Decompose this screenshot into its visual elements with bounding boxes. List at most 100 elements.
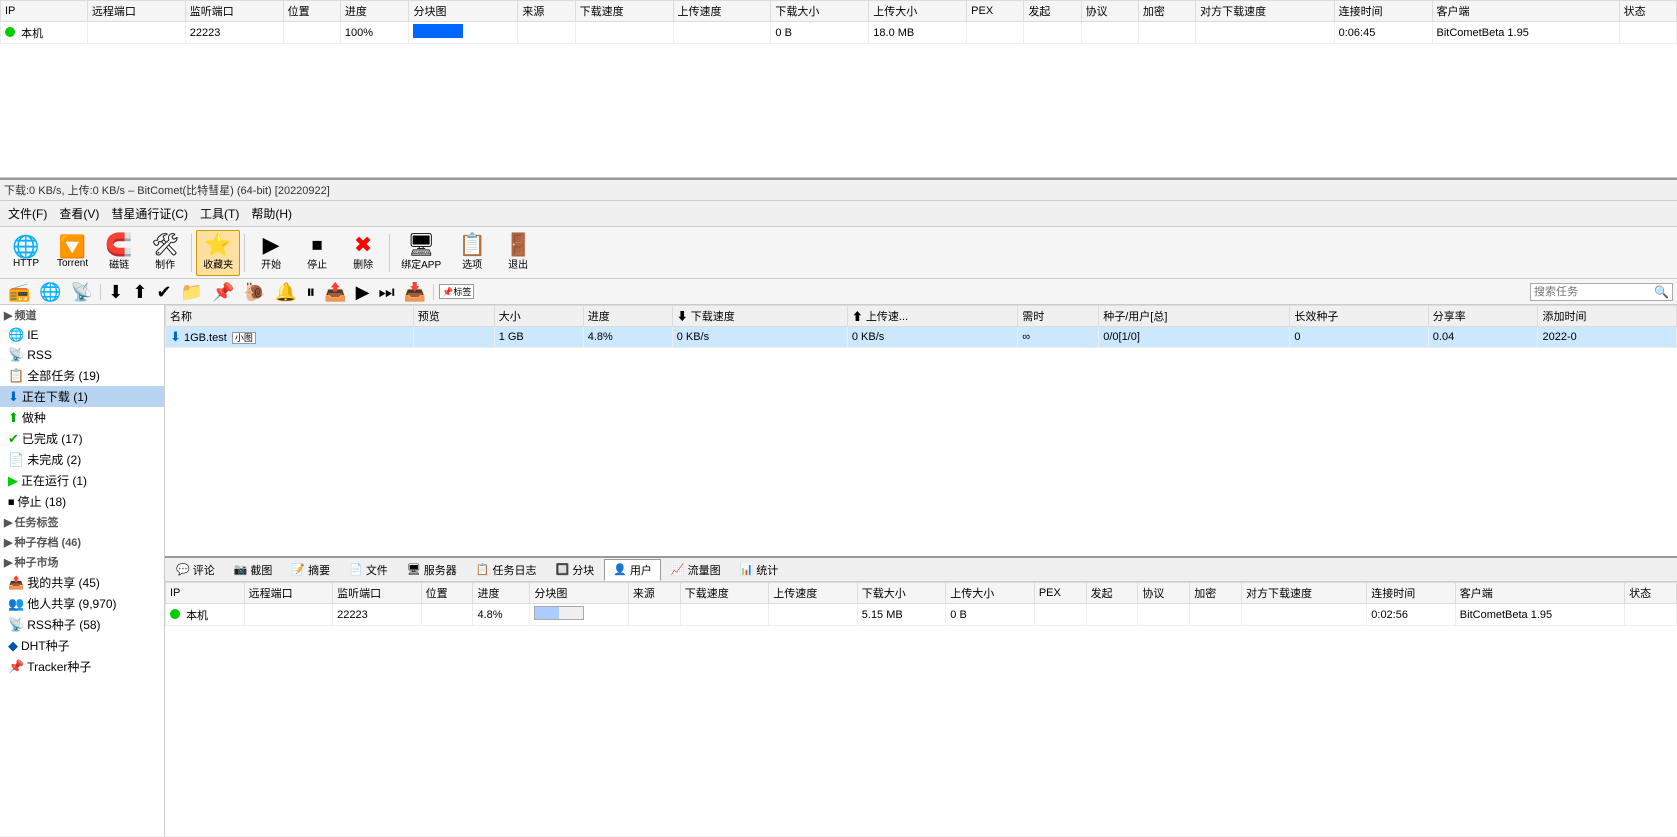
- tab-server[interactable]: 🖥 服务器: [398, 559, 466, 581]
- task-tb-tag-label[interactable]: 📌标签: [439, 284, 474, 299]
- start-icon: ▶: [263, 234, 280, 256]
- toolbar-options-button[interactable]: 📋 选项: [450, 230, 494, 276]
- sidebar-header-seed-market[interactable]: ▶ 种子市场: [0, 552, 164, 572]
- col-source: 来源: [518, 1, 575, 22]
- sidebar-item-completed[interactable]: ✔ 已完成 (17): [0, 428, 164, 449]
- tab-users[interactable]: 👤 用户: [604, 559, 661, 581]
- sidebar-item-seeding[interactable]: ⬆ 做种: [0, 407, 164, 428]
- summary-icon: 📝: [291, 563, 305, 576]
- sidebar-header-task-tags[interactable]: ▶ 任务标签: [0, 512, 164, 532]
- tab-comment[interactable]: 💬 评论: [167, 559, 224, 581]
- server-icon: 🖥: [407, 563, 421, 576]
- sidebar-item-incomplete[interactable]: 📄 未完成 (2): [0, 449, 164, 470]
- task-tb-ul[interactable]: ⬆: [128, 281, 151, 303]
- toolbar-make-button[interactable]: 🛠 制作: [143, 230, 187, 276]
- task-tb-pin[interactable]: 📌: [208, 281, 238, 303]
- sidebar-item-running[interactable]: ▶ 正在运行 (1): [0, 470, 164, 491]
- menu-view[interactable]: 查看(V): [53, 203, 105, 224]
- sidebar-item-rss[interactable]: 📡 RSS: [0, 345, 164, 365]
- sidebar-item-rss-seed[interactable]: 📡 RSS种子 (58): [0, 614, 164, 635]
- col-location: 位置: [283, 1, 340, 22]
- toolbar-magnet-button[interactable]: 🧲 磁链: [97, 230, 141, 276]
- bp-status: [1625, 604, 1677, 626]
- tab-traffic[interactable]: 📈 流量图: [662, 559, 730, 581]
- task-tb-skip[interactable]: ⏭: [375, 281, 399, 303]
- traffic-icon: 📈: [671, 563, 685, 576]
- tab-blocks[interactable]: 🔲 分块: [546, 559, 603, 581]
- incomplete-icon: 📄: [8, 452, 24, 468]
- toolbar-stop-button[interactable]: ⏹ 停止: [295, 230, 339, 276]
- menu-comet-pass[interactable]: 彗星通行证(C): [105, 203, 194, 224]
- task-list-table: 名称 预览 大小 进度 ⬇ 下载速度 ⬆ 上传速... 需时 种子/用户[总] …: [165, 305, 1677, 348]
- tab-files[interactable]: 📄 文件: [340, 559, 397, 581]
- task-tb-upload[interactable]: 📤: [320, 281, 350, 303]
- task-tags-label: 任务标签: [14, 514, 58, 530]
- task-tb-ie[interactable]: 🌐: [35, 281, 65, 303]
- task-tb-channel[interactable]: 📻: [4, 281, 34, 303]
- task-tb-rss[interactable]: 📡: [67, 281, 97, 303]
- task-tb-import[interactable]: 📥: [400, 281, 430, 303]
- bp-blockmap-bar: [534, 606, 584, 620]
- peer-pex: [967, 22, 1024, 44]
- tab-screenshot[interactable]: 📷 截图: [225, 559, 282, 581]
- toolbar-favorites-button[interactable]: ⭐ 收藏夹: [196, 230, 240, 276]
- task-tb-play[interactable]: ▶: [352, 281, 374, 303]
- task-area: 名称 预览 大小 进度 ⬇ 下载速度 ⬆ 上传速... 需时 种子/用户[总] …: [165, 305, 1677, 836]
- menu-bar: 文件(F) 查看(V) 彗星通行证(C) 工具(T) 帮助(H): [0, 201, 1677, 227]
- task-tb-slow[interactable]: 🐌: [239, 281, 269, 303]
- sidebar-item-dht-seed[interactable]: ◆ DHT种子: [0, 635, 164, 656]
- bp-progress: 4.8%: [473, 604, 530, 626]
- sidebar-incomplete-label: 未完成 (2): [27, 451, 81, 468]
- all-tasks-icon: 📋: [8, 368, 24, 384]
- col-status: 状态: [1619, 1, 1676, 22]
- tab-summary[interactable]: 📝 摘要: [282, 559, 339, 581]
- blocks-icon: 🔲: [555, 563, 569, 576]
- toolbar-exit-button[interactable]: 🚪 退出: [496, 230, 540, 276]
- peer-remote-port: [87, 22, 185, 44]
- sidebar-item-ie[interactable]: 🌐 IE: [0, 325, 164, 345]
- sidebar-header-seed-archive[interactable]: ▶ 种子存档 (46): [0, 532, 164, 552]
- bp-col-progress: 进度: [473, 583, 530, 604]
- ie-icon: 🌐: [8, 327, 24, 343]
- toolbar-delete-button[interactable]: ✖ 删除: [341, 230, 385, 276]
- toolbar-bind-app-button[interactable]: 🖥 绑定APP: [394, 230, 448, 276]
- sidebar-item-tracker-seed[interactable]: 📌 Tracker种子: [0, 656, 164, 677]
- menu-tools[interactable]: 工具(T): [194, 203, 245, 224]
- toolbar-start-button[interactable]: ▶ 开始: [249, 230, 293, 276]
- sidebar-item-my-share[interactable]: 📤 我的共享 (45): [0, 572, 164, 593]
- tab-stats[interactable]: 📊 统计: [731, 559, 788, 581]
- sidebar-item-others-share[interactable]: 👥 他人共享 (9,970): [0, 593, 164, 614]
- task-search-input[interactable]: [1534, 286, 1654, 298]
- task-tb-done[interactable]: ✔: [152, 281, 175, 303]
- col-ip: IP: [1, 1, 88, 22]
- task-list-scroll[interactable]: 名称 预览 大小 进度 ⬇ 下载速度 ⬆ 上传速... 需时 种子/用户[总] …: [165, 305, 1677, 556]
- seed-archive-expand-icon: ▶: [4, 536, 12, 549]
- bp-location: [421, 604, 473, 626]
- task-tb-dl[interactable]: ⬇: [104, 281, 127, 303]
- task-small-tag[interactable]: 小图: [232, 332, 256, 344]
- task-tb-pause[interactable]: ⏸: [302, 281, 319, 303]
- task-tb-notify[interactable]: 🔔: [271, 281, 301, 303]
- http-label: HTTP: [13, 258, 39, 269]
- title-bar: 下载:0 KB/s, 上传:0 KB/s – BitComet(比特彗星) (6…: [0, 178, 1677, 201]
- bottom-content[interactable]: IP 远程端口 监听端口 位置 进度 分块图 来源 下载速度 上传速度 下载大小…: [165, 582, 1677, 836]
- peer-status: [1619, 22, 1676, 44]
- sidebar-item-stopped[interactable]: ⏹ 停止 (18): [0, 491, 164, 512]
- menu-file[interactable]: 文件(F): [2, 203, 53, 224]
- tab-task-log[interactable]: 📋 任务日志: [467, 559, 546, 581]
- menu-help[interactable]: 帮助(H): [245, 203, 298, 224]
- sidebar-item-downloading[interactable]: ⬇ 正在下载 (1): [0, 386, 164, 407]
- task-row-0[interactable]: ⬇ 1GB.test 小图 1 GB 4.8% 0 KB/s 0 KB/s ∞ …: [166, 327, 1677, 348]
- sidebar-item-all[interactable]: 📋 全部任务 (19): [0, 365, 164, 386]
- bottom-peer-row: 本机 22223 4.8% 5.15 MB: [166, 604, 1677, 626]
- bp-col-ul-size: 上传大小: [946, 583, 1035, 604]
- task-search-box[interactable]: 🔍: [1530, 283, 1673, 301]
- sidebar-ie-label: IE: [27, 328, 38, 342]
- sidebar-header-channel[interactable]: ▶ 频道: [0, 305, 164, 325]
- toolbar-torrent-button[interactable]: 🔽 Torrent: [50, 230, 95, 276]
- task-toolbar: 📻 🌐 📡 ⬇ ⬆ ✔ 📁 📌 🐌 🔔 ⏸ 📤 ▶ ⏭ 📥 📌标签 🔍: [0, 279, 1677, 305]
- bp-conn-time: 0:02:56: [1367, 604, 1456, 626]
- toolbar-http-button[interactable]: 🌐 HTTP: [4, 230, 48, 276]
- task-tb-folder[interactable]: 📁: [177, 281, 207, 303]
- task-share-ratio: 0.04: [1428, 327, 1538, 348]
